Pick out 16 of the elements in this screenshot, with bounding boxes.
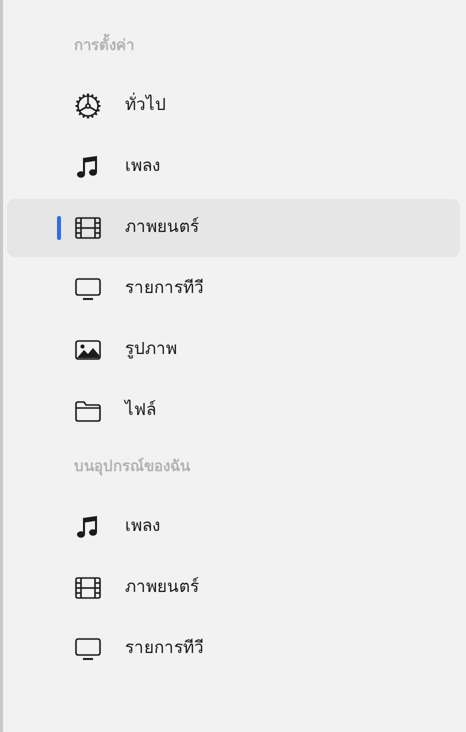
sidebar-item[interactable]: ไฟล์ bbox=[7, 382, 460, 440]
sidebar-item[interactable]: เพลง bbox=[7, 498, 460, 556]
sidebar-item[interactable]: รูปภาพ bbox=[7, 321, 460, 379]
film-icon bbox=[74, 574, 102, 602]
gear-icon bbox=[74, 92, 102, 120]
sidebar-item[interactable]: ทั่วไป bbox=[7, 77, 460, 135]
film-icon bbox=[74, 214, 102, 242]
sidebar-item[interactable]: รายการทีวี bbox=[7, 260, 460, 318]
sidebar-item[interactable]: เพลง bbox=[7, 138, 460, 196]
section-header: การตั้งค่า bbox=[74, 33, 134, 57]
sidebar-item[interactable]: รายการทีวี bbox=[7, 620, 460, 678]
monitor-icon bbox=[74, 275, 102, 303]
monitor-icon bbox=[74, 635, 102, 663]
sidebar-item[interactable]: ภาพยนตร์ bbox=[7, 199, 460, 257]
sidebar-item[interactable]: ภาพยนตร์ bbox=[7, 559, 460, 617]
section-header: บนอุปกรณ์ของฉัน bbox=[74, 456, 190, 478]
